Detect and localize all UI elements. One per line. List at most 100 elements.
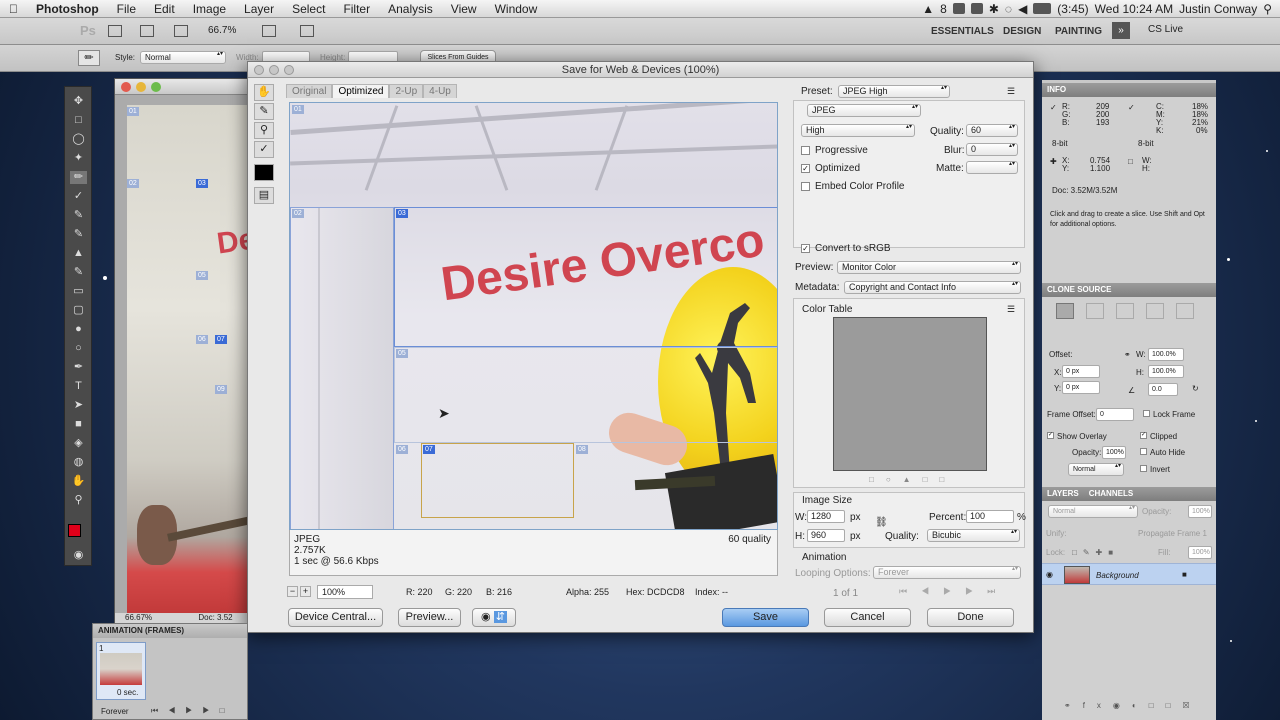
- show-overlay-checkbox[interactable]: ✓: [1047, 432, 1054, 439]
- app-menu[interactable]: Photoshop: [27, 2, 108, 16]
- zoom-select[interactable]: 100%: [317, 585, 373, 599]
- preset-select[interactable]: JPEG High: [838, 85, 950, 98]
- sync-icon[interactable]: [952, 3, 965, 14]
- doc-slice-tag[interactable]: 03: [196, 179, 208, 188]
- zoom-out-button[interactable]: −: [287, 586, 298, 597]
- blur-tool-icon[interactable]: ●: [70, 323, 87, 336]
- device-central-button[interactable]: Device Central...: [288, 608, 383, 627]
- pen-tool-icon[interactable]: ✒: [70, 361, 87, 374]
- lock-buttons[interactable]: □✎✚■: [1072, 548, 1119, 557]
- tab-channels[interactable]: CHANNELS: [1089, 487, 1133, 501]
- metadata-select[interactable]: Copyright and Contact Info: [844, 281, 1021, 294]
- eyedropper-tool-icon[interactable]: ✓: [70, 190, 87, 203]
- color-table-swatches[interactable]: [833, 317, 987, 471]
- history-brush-icon[interactable]: ✎: [70, 266, 87, 279]
- offset-x-field[interactable]: 0 px: [1062, 365, 1100, 378]
- doc-slice-tag[interactable]: 02: [127, 179, 139, 188]
- layer-opacity-field[interactable]: 100%: [1188, 505, 1212, 518]
- info-panel-header[interactable]: INFO: [1042, 83, 1216, 97]
- animation-panel-header[interactable]: ANIMATION (FRAMES): [93, 624, 247, 638]
- 3d-rotate-icon[interactable]: ◈: [70, 437, 87, 450]
- path-select-icon[interactable]: ➤: [70, 399, 87, 412]
- clone-source-1-icon[interactable]: [1056, 303, 1074, 319]
- doc-slice-tag[interactable]: 05: [196, 271, 208, 280]
- slice-02-border[interactable]: [290, 207, 394, 529]
- image-height-field[interactable]: 960: [807, 529, 845, 542]
- cancel-button[interactable]: Cancel: [824, 608, 911, 627]
- slice-05-border[interactable]: [394, 347, 777, 443]
- doc-slice-tag[interactable]: 06: [196, 335, 208, 344]
- menu-view[interactable]: View: [442, 2, 486, 16]
- preview-canvas[interactable]: Desire Overco 01 02 03 05 06 07 08 ➤: [289, 102, 778, 530]
- convert-srgb-checkbox[interactable]: ✓: [801, 244, 810, 253]
- 3d-orbit-icon[interactable]: ◍: [70, 456, 87, 469]
- menu-filter[interactable]: Filter: [334, 2, 379, 16]
- layer-blend-select[interactable]: Normal: [1048, 505, 1138, 518]
- workspace-design[interactable]: DESIGN: [1003, 26, 1041, 37]
- hand-tool-icon[interactable]: ✋: [254, 84, 274, 101]
- eyedropper-tool-icon[interactable]: ✓: [254, 141, 274, 158]
- menu-file[interactable]: File: [108, 2, 145, 16]
- clone-source-4-icon[interactable]: [1146, 303, 1164, 319]
- volume-icon[interactable]: ◀: [1018, 2, 1027, 16]
- slice-tag[interactable]: 08: [576, 445, 588, 454]
- menu-image[interactable]: Image: [184, 2, 235, 16]
- zoom-in-button[interactable]: +: [300, 586, 311, 597]
- slice-tool-preset-icon[interactable]: ✏: [78, 50, 100, 66]
- resample-select[interactable]: Bicubic: [927, 529, 1020, 542]
- tab-4up[interactable]: 4-Up: [423, 84, 457, 98]
- format-select[interactable]: JPEG: [807, 104, 921, 117]
- layer-actions-bar[interactable]: ⚭fx◉◐□□☒: [1064, 701, 1202, 710]
- blur-field[interactable]: 0: [966, 143, 1018, 156]
- clone-source-header[interactable]: CLONE SOURCE: [1042, 283, 1216, 297]
- foreground-color-swatch[interactable]: [68, 524, 81, 537]
- stamp-tool-icon[interactable]: ▲: [70, 247, 87, 260]
- clone-angle-field[interactable]: 0.0: [1148, 383, 1178, 396]
- bluetooth-icon[interactable]: ✱: [989, 2, 999, 16]
- doc-slice-tag[interactable]: 01: [127, 107, 139, 116]
- dialog-close-icon[interactable]: [254, 65, 264, 75]
- browser-dropdown-icon[interactable]: ⇵: [493, 611, 507, 623]
- zoom-level[interactable]: 66.7%: [208, 25, 236, 36]
- gradient-tool-icon[interactable]: ▢: [70, 304, 87, 317]
- apple-icon[interactable]: : [0, 2, 27, 16]
- compression-select[interactable]: High: [801, 124, 915, 137]
- menu-window[interactable]: Window: [486, 2, 547, 16]
- layer-name[interactable]: Background: [1096, 571, 1139, 580]
- optimized-checkbox[interactable]: ✓: [801, 164, 810, 173]
- move-tool-icon[interactable]: ✥: [70, 95, 87, 108]
- done-button[interactable]: Done: [927, 608, 1014, 627]
- preview-button[interactable]: Preview...: [398, 608, 461, 627]
- browser-select[interactable]: ◉ ⇵: [472, 608, 516, 627]
- slice-tool-icon[interactable]: ✏: [70, 171, 87, 184]
- reset-icon[interactable]: ↻: [1192, 384, 1199, 393]
- clock[interactable]: Wed 10:24 AM: [1095, 2, 1174, 16]
- offset-y-field[interactable]: 0 px: [1062, 381, 1100, 394]
- link-icon[interactable]: ⚭: [1124, 350, 1131, 359]
- percent-field[interactable]: 100: [966, 510, 1014, 523]
- embed-profile-checkbox[interactable]: [801, 182, 810, 191]
- preview-select[interactable]: Monitor Color: [837, 261, 1021, 274]
- quick-mask-icon[interactable]: ◉: [70, 549, 87, 562]
- fill-field[interactable]: 100%: [1188, 546, 1212, 559]
- animation-frame[interactable]: 1 0 sec.: [96, 642, 146, 700]
- tab-original[interactable]: Original: [286, 84, 333, 98]
- slice-tag[interactable]: 06: [396, 445, 408, 454]
- style-select[interactable]: Normal: [140, 51, 226, 64]
- matte-select[interactable]: [966, 161, 1018, 174]
- dodge-tool-icon[interactable]: ○: [70, 342, 87, 355]
- toggle-slices-icon[interactable]: ▤: [254, 187, 274, 204]
- arrange-icon[interactable]: [262, 25, 276, 37]
- workspace-essentials[interactable]: ESSENTIALS: [931, 26, 994, 37]
- frame-offset-field[interactable]: 0: [1096, 408, 1134, 421]
- menu-edit[interactable]: Edit: [145, 2, 184, 16]
- shape-tool-icon[interactable]: ■: [70, 418, 87, 431]
- tab-2up[interactable]: 2-Up: [389, 84, 424, 98]
- clone-w-field[interactable]: 100.0%: [1148, 348, 1184, 361]
- frame-delay[interactable]: 0 sec.: [117, 688, 138, 697]
- zoom-window-icon[interactable]: [151, 82, 161, 92]
- clipped-checkbox[interactable]: ✓: [1140, 432, 1147, 439]
- playback-controls[interactable]: ⏮◀▶▶□: [151, 706, 234, 716]
- workspace-more-icon[interactable]: »: [1112, 22, 1130, 39]
- menu-layer[interactable]: Layer: [235, 2, 283, 16]
